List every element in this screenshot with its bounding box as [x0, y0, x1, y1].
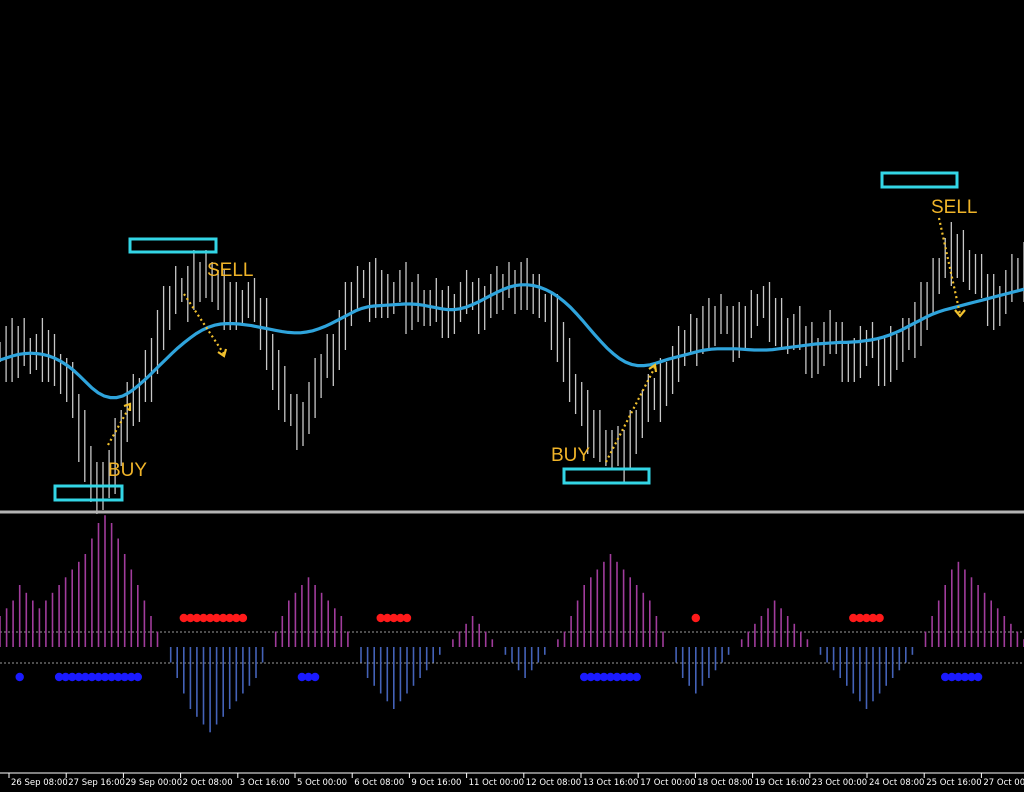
sell-label: SELL	[207, 260, 253, 281]
time-tick-label: 13 Oct 16:00	[583, 778, 638, 788]
time-tick-label: 27 Sep 16:00	[68, 778, 125, 788]
time-tick-label: 27 Oct 00:00	[983, 778, 1024, 788]
time-tick-label: 19 Oct 16:00	[755, 778, 810, 788]
sell-signal-dot	[238, 613, 248, 623]
time-tick-label: 9 Oct 16:00	[411, 778, 461, 788]
time-tick-label: 29 Sep 00:00	[125, 778, 182, 788]
time-tick-label: 3 Oct 16:00	[240, 778, 290, 788]
sell-signal-dot	[875, 613, 884, 623]
time-tick-label: 12 Oct 08:00	[526, 778, 581, 788]
time-tick-label: 25 Oct 16:00	[926, 778, 981, 788]
buy-signal-dot	[15, 672, 24, 682]
buy-signal-dot	[133, 672, 142, 682]
buy-signal-dot	[632, 672, 641, 682]
time-tick-label: 23 Oct 00:00	[812, 778, 867, 788]
time-tick-label: 18 Oct 08:00	[697, 778, 752, 788]
buy-signal-dot	[973, 672, 983, 682]
time-tick-label: 11 Oct 00:00	[469, 778, 524, 788]
time-tick-label: 2 Oct 08:00	[183, 778, 233, 788]
buy-label: BUY	[108, 460, 147, 481]
time-tick-label: 6 Oct 08:00	[354, 778, 404, 788]
sell-signal-dot	[691, 613, 700, 623]
sell-label: SELL	[931, 197, 977, 218]
buy-signal-dot	[310, 672, 320, 682]
sell-signal-dot	[402, 613, 412, 623]
price-chart-window[interactable]: BUY SELL BUY SELL 26 Sep 08:00 27 Sep 16:…	[0, 0, 1024, 792]
time-tick-label: 17 Oct 00:00	[640, 778, 695, 788]
buy-label: BUY	[551, 445, 590, 466]
time-tick-label: 24 Oct 08:00	[869, 778, 924, 788]
time-tick-label: 26 Sep 08:00	[11, 778, 68, 788]
chart-background	[0, 0, 1024, 792]
time-tick-label: 5 Oct 00:00	[297, 778, 347, 788]
